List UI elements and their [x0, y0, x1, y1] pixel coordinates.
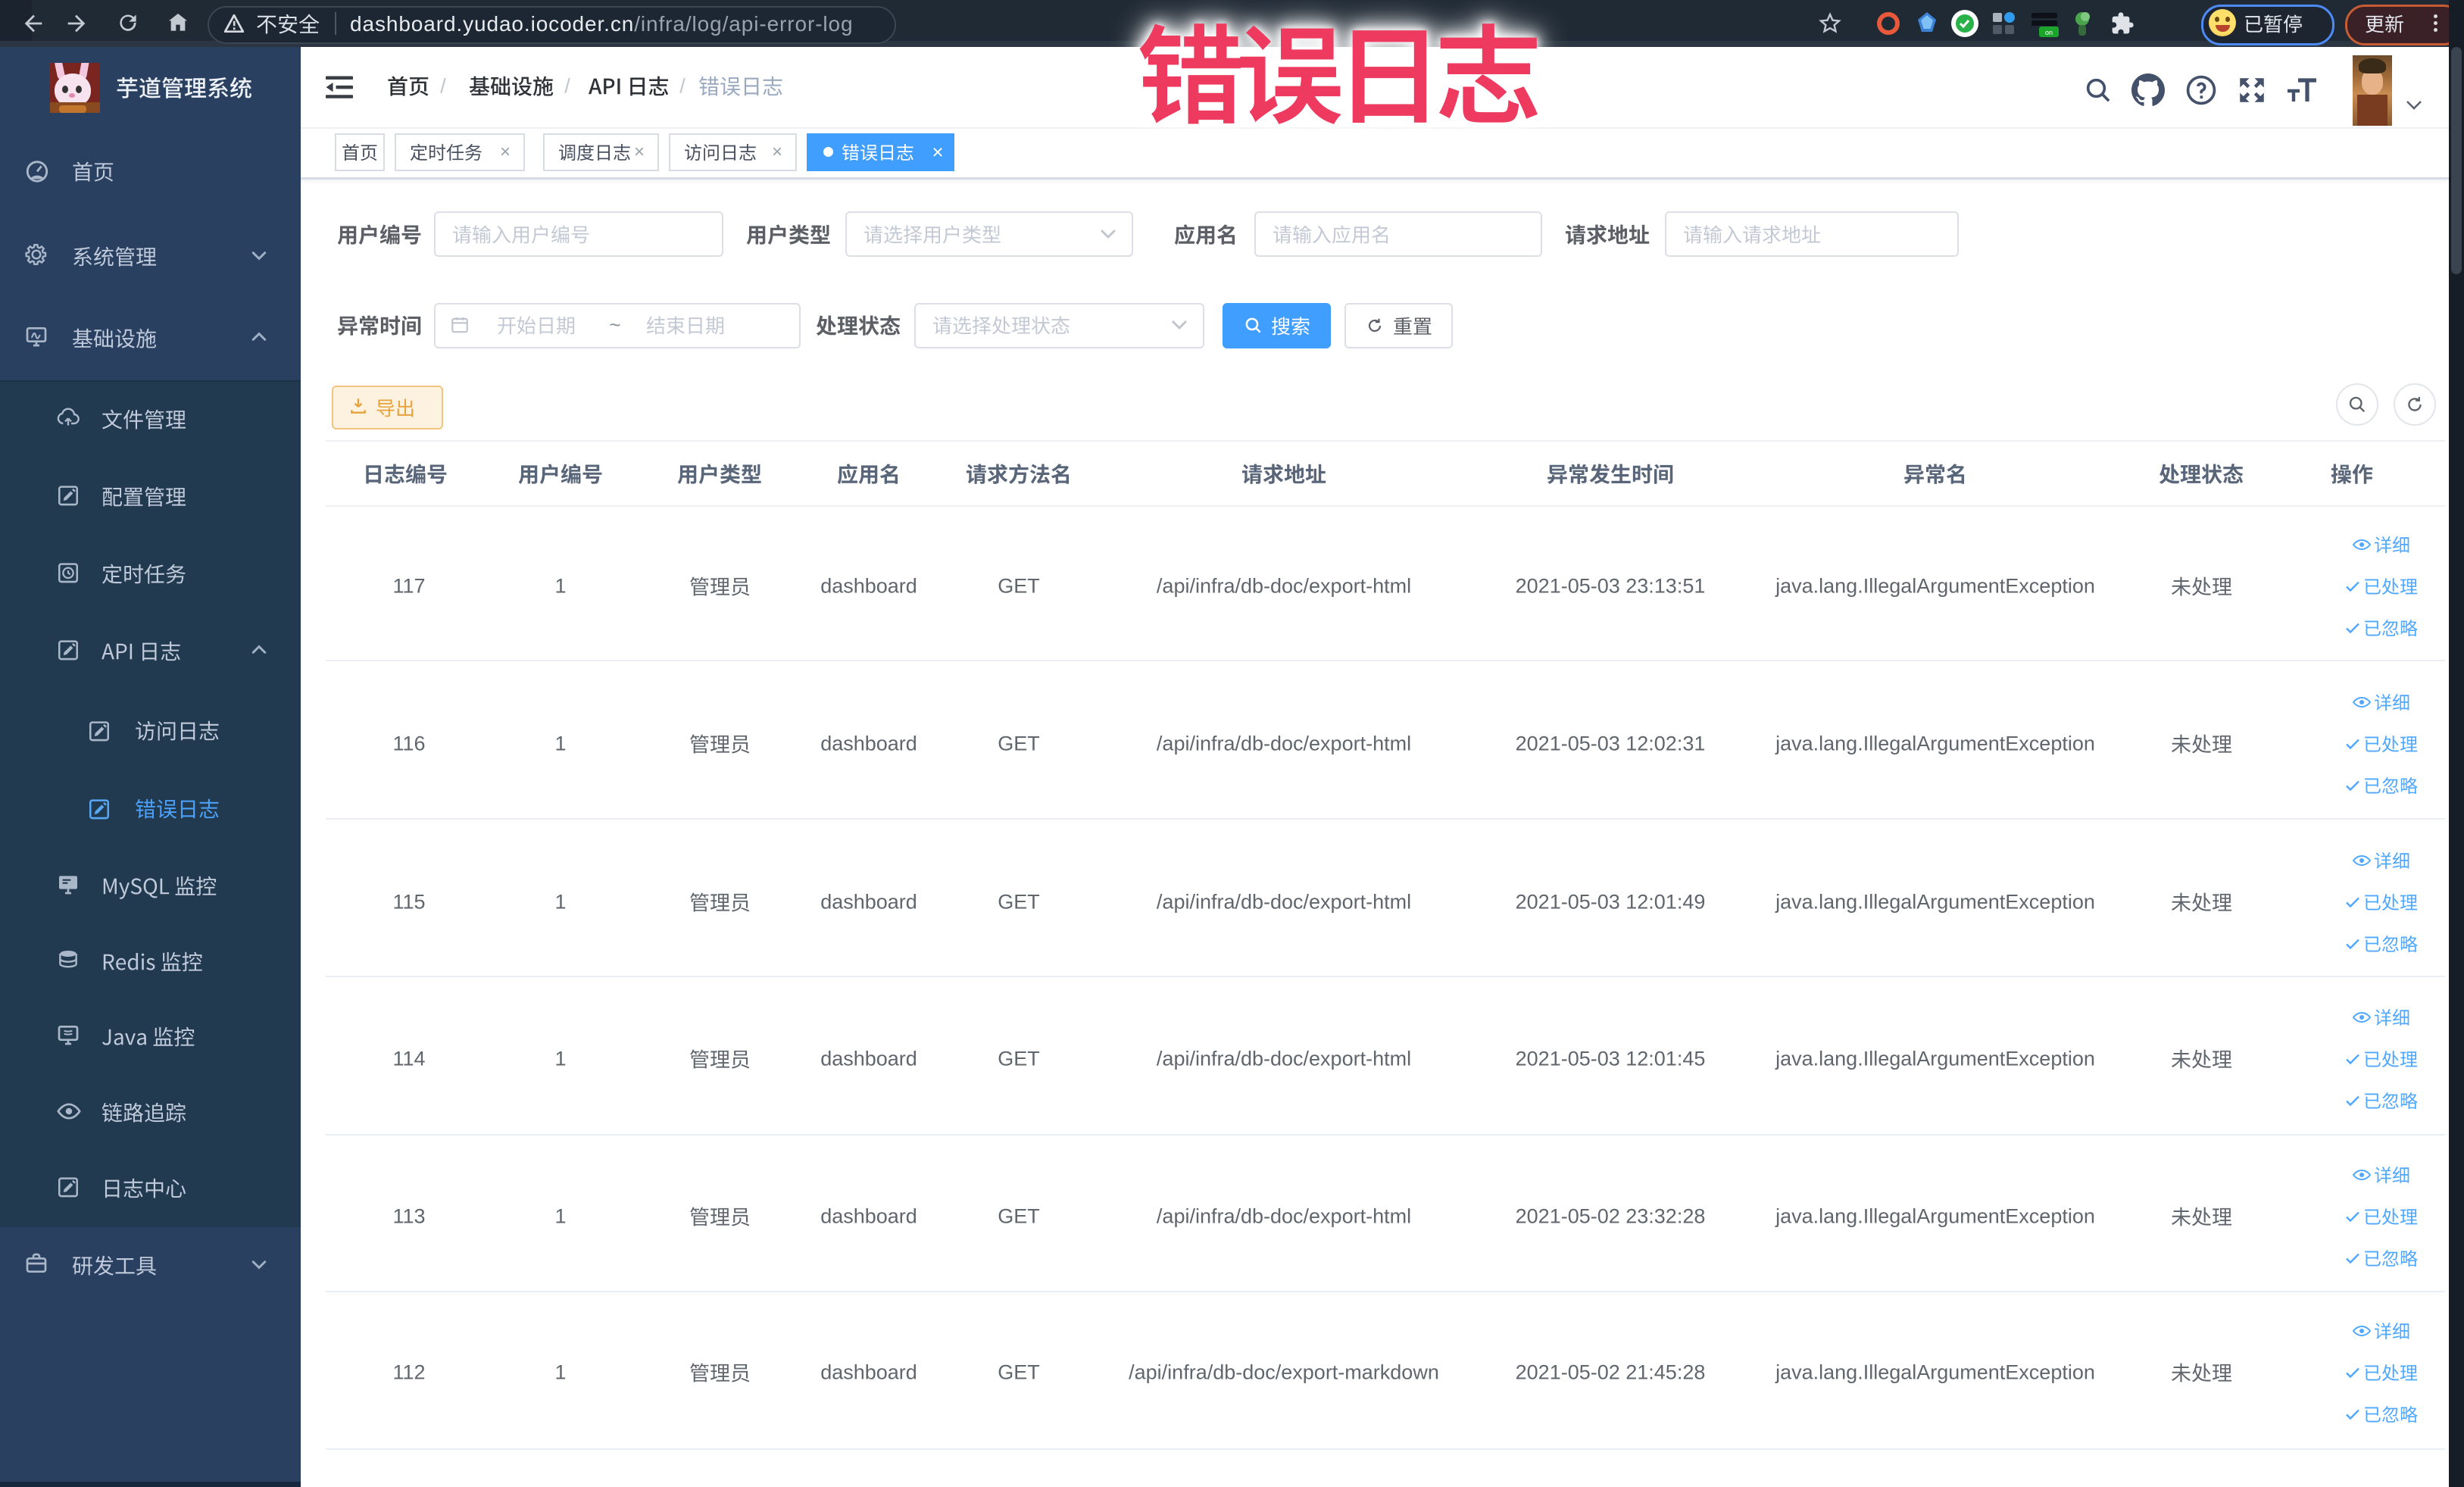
- svg-text:on: on: [2045, 29, 2053, 36]
